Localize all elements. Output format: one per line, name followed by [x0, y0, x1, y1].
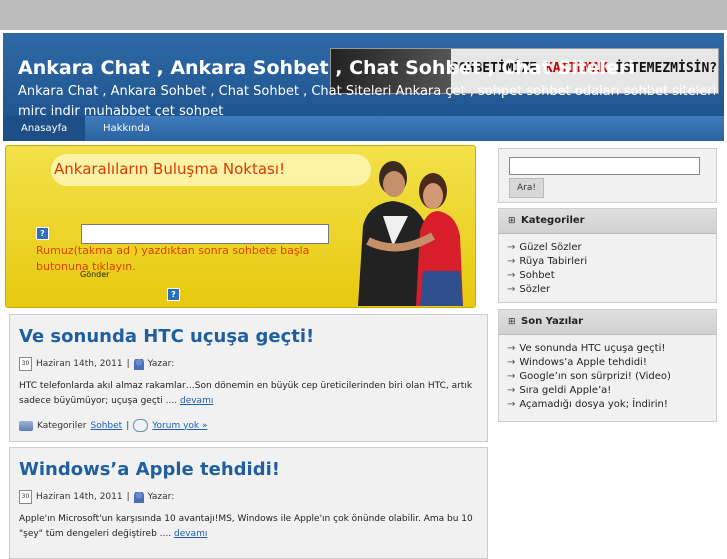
list-item[interactable]: → Sıra geldi Apple’a!: [507, 384, 671, 398]
arrow-icon: →: [507, 270, 516, 281]
post-title[interactable]: Windows’a Apple tehdidi!: [19, 459, 280, 480]
widget-header: ⊞ Kategoriler: [499, 209, 716, 234]
expand-icon: ⊞: [508, 216, 516, 226]
list-item[interactable]: → Güzel Sözler: [507, 241, 587, 255]
arrow-icon: →: [507, 385, 516, 396]
arrow-icon: →: [507, 399, 516, 410]
list-item[interactable]: → Google’ın son sürprizi! (Video): [507, 370, 671, 384]
user-icon: [133, 358, 144, 370]
nav-item-hakkinda[interactable]: Hakkında: [85, 116, 168, 141]
category-list: → Güzel Sözler → Rüya Tabirleri → Sohbet → S…: [507, 241, 587, 297]
list-item[interactable]: → Açamadığı dosya yok; İndirin!: [507, 398, 671, 412]
search-button[interactable]: Ara!: [509, 178, 544, 198]
read-more-link[interactable]: devamı: [174, 529, 207, 539]
list-item[interactable]: → Rüya Tabirleri: [507, 255, 587, 269]
chat-login-promo: Ankaralıların Buluşma Noktası! ? Rumuz(t…: [5, 145, 476, 308]
search-widget: Ara!: [498, 148, 717, 203]
promo-title: Ankaralıların Buluşma Noktası!: [54, 160, 286, 178]
post-card: Windows’a Apple tehdidi! 30 Haziran 14th…: [9, 447, 488, 559]
list-item[interactable]: → Sohbet: [507, 269, 587, 283]
help-icon[interactable]: ?: [36, 227, 49, 240]
site-title[interactable]: Ankara Chat , Ankara Sohbet , Chat Sohbe…: [18, 57, 635, 79]
list-item[interactable]: → Sözler: [507, 283, 587, 297]
post-meta: 30 Haziran 14th, 2011 | Yazar:: [19, 357, 174, 371]
category-link[interactable]: Sohbet: [90, 421, 122, 431]
calendar-icon: 30: [19, 357, 32, 371]
arrow-icon: →: [507, 256, 516, 267]
browser-top-bar: [0, 0, 727, 30]
arrow-icon: →: [507, 343, 516, 354]
post-date: Haziran 14th, 2011: [36, 492, 123, 502]
nav-item-anasayfa[interactable]: Anasayfa: [3, 116, 86, 141]
post-author-label: Yazar:: [147, 359, 175, 369]
post-title[interactable]: Ve sonunda HTC uçuşa geçti!: [19, 326, 314, 347]
list-item[interactable]: → Windows’a Apple tehdidi!: [507, 356, 671, 370]
comment-icon: [133, 419, 149, 432]
arrow-icon: →: [507, 284, 516, 295]
recent-posts-widget: ⊞ Son Yazılar → Ve sonunda HTC uçuşa geçt…: [498, 309, 717, 422]
categories-label: Kategoriler: [37, 420, 87, 431]
post-date: Haziran 14th, 2011: [36, 359, 123, 369]
arrow-icon: →: [507, 357, 516, 368]
nickname-input[interactable]: [81, 224, 329, 244]
post-footer: Kategoriler Sohbet | Yorum yok »: [19, 419, 208, 432]
couple-photo: [358, 161, 463, 306]
widget-title: Son Yazılar: [521, 316, 584, 327]
main-nav: Anasayfa Hakkında: [3, 116, 724, 141]
category-icon: [19, 420, 33, 431]
post-excerpt: Apple'ın Microsoft'un karşısında 10 avan…: [19, 514, 473, 539]
post-author-label: Yazar:: [147, 492, 175, 502]
search-input[interactable]: [509, 157, 700, 175]
site-description: Ankara Chat , Ankara Sohbet , Chat Sohbe…: [18, 84, 717, 116]
comments-link[interactable]: Yorum yok »: [152, 421, 207, 431]
post-card: Ve sonunda HTC uçuşa geçti! 30 Haziran 1…: [9, 314, 488, 442]
read-more-link[interactable]: devamı: [180, 396, 213, 406]
widget-title: Kategoriler: [521, 215, 585, 226]
categories-widget: ⊞ Kategoriler → Güzel Sözler → Rüya Tabirl…: [498, 208, 717, 303]
site-header: SOHBETİMİZE KATILMAK İSTEMEZMİSİN? Ankar…: [3, 33, 724, 116]
recent-post-list: → Ve sonunda HTC uçuşa geçti! → Windows’a …: [507, 342, 671, 412]
arrow-icon: →: [507, 242, 516, 253]
user-icon: [133, 491, 144, 503]
widget-header: ⊞ Son Yazılar: [499, 310, 716, 335]
post-excerpt: HTC telefonlarda akıl almaz rakamlar…Son…: [19, 381, 473, 406]
expand-icon: ⊞: [508, 317, 516, 327]
send-button[interactable]: Gönder: [80, 270, 109, 279]
post-meta: 30 Haziran 14th, 2011 | Yazar:: [19, 490, 174, 504]
arrow-icon: →: [507, 371, 516, 382]
calendar-icon: 30: [19, 490, 32, 504]
list-item[interactable]: → Ve sonunda HTC uçuşa geçti!: [507, 342, 671, 356]
help-icon[interactable]: ?: [167, 288, 180, 301]
